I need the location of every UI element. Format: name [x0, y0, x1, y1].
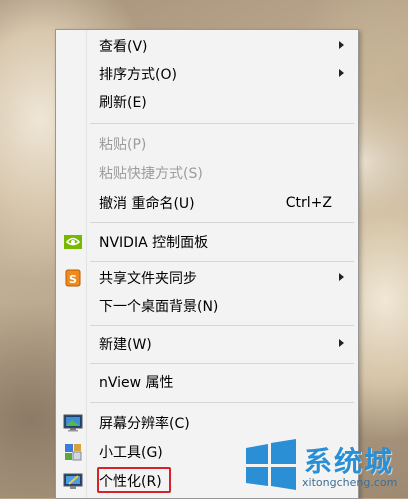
- menu-separator: [90, 261, 354, 262]
- menu-item-paste-shortcut[interactable]: 粘贴快捷方式(S): [58, 160, 356, 186]
- menu-item-label: NVIDIA 控制面板: [99, 235, 209, 251]
- menu-item-undo-rename[interactable]: 撤消 重命名(U) Ctrl+Z: [58, 190, 356, 216]
- sync-folder-icon: S: [63, 268, 83, 288]
- menu-item-label: 刷新(E): [99, 95, 147, 111]
- menu-item-label: 排序方式(O): [99, 67, 177, 83]
- menu-item-view[interactable]: 查看(V): [58, 33, 356, 59]
- menu-item-label: 共享文件夹同步: [99, 271, 197, 287]
- personalize-icon: [63, 471, 83, 491]
- menu-item-label: 查看(V): [99, 39, 148, 55]
- menu-item-nvidia-control-panel[interactable]: NVIDIA 控制面板: [58, 229, 356, 255]
- submenu-arrow-icon: [339, 273, 344, 281]
- desktop-context-menu: 查看(V) 排序方式(O) 刷新(E) 粘贴(P) 粘贴快捷方式(S) 撤消 重…: [55, 29, 359, 499]
- svg-text:S: S: [69, 273, 77, 286]
- menu-item-nview-properties[interactable]: nView 属性: [58, 369, 356, 395]
- menu-separator: [90, 402, 354, 403]
- menu-item-label: 下一个桌面背景(N): [99, 299, 219, 315]
- watermark-text: 系统城: [304, 445, 395, 478]
- menu-item-label: 粘贴(P): [99, 137, 147, 153]
- nvidia-icon: [63, 232, 83, 252]
- site-watermark: 系统城 xitongcheng.com: [242, 438, 402, 494]
- menu-item-screen-resolution[interactable]: 屏幕分辨率(C): [58, 410, 356, 436]
- menu-item-next-desktop-background[interactable]: 下一个桌面背景(N): [58, 293, 356, 319]
- menu-item-sort-by[interactable]: 排序方式(O): [58, 61, 356, 87]
- submenu-arrow-icon: [339, 41, 344, 49]
- menu-item-label: 粘贴快捷方式(S): [99, 166, 203, 182]
- menu-item-paste[interactable]: 粘贴(P): [58, 131, 356, 157]
- watermark-subtext: xitongcheng.com: [302, 476, 398, 489]
- submenu-arrow-icon: [339, 69, 344, 77]
- menu-item-label: 新建(W): [99, 337, 152, 353]
- menu-item-label: nView 属性: [99, 375, 174, 391]
- menu-separator: [90, 363, 354, 364]
- menu-item-shortcut: Ctrl+Z: [285, 195, 332, 211]
- menu-item-refresh[interactable]: 刷新(E): [58, 89, 356, 115]
- menu-item-label: 屏幕分辨率(C): [99, 416, 190, 432]
- menu-item-shared-folder-sync[interactable]: S 共享文件夹同步: [58, 265, 356, 291]
- submenu-arrow-icon: [339, 339, 344, 347]
- gadgets-icon: [63, 442, 83, 462]
- menu-item-label: 撤消 重命名(U): [99, 196, 195, 212]
- menu-item-new[interactable]: 新建(W): [58, 331, 356, 357]
- highlight-annotation-box: [97, 467, 171, 493]
- windows-logo-icon: [246, 439, 296, 490]
- menu-item-label: 小工具(G): [99, 445, 163, 461]
- menu-separator: [90, 325, 354, 326]
- menu-separator: [90, 222, 354, 223]
- monitor-icon: [63, 413, 83, 433]
- menu-separator: [90, 123, 354, 124]
